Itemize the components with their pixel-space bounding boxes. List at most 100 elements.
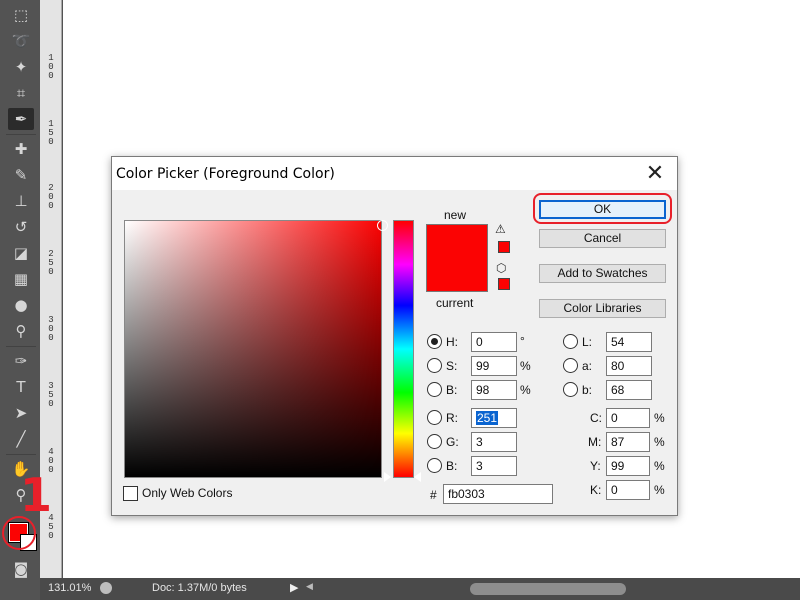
current-color-label: current xyxy=(436,296,474,310)
a-label: a: xyxy=(582,359,593,373)
dodge-icon[interactable]: ⚲ xyxy=(8,320,34,342)
hex-hash-label: # xyxy=(430,488,437,502)
marquee-icon[interactable]: ⬚ xyxy=(8,4,34,26)
color-picker-dialog: Color Picker (Foreground Color) ✕ new cu… xyxy=(111,156,678,516)
eyedropper-icon[interactable]: ✒ xyxy=(8,108,34,130)
horizontal-scrollbar[interactable] xyxy=(470,583,626,595)
step-marker-1: 1 xyxy=(20,468,53,522)
cancel-button[interactable]: Cancel xyxy=(539,229,666,248)
s-field[interactable]: 99 xyxy=(471,356,517,376)
hue-slider-handle-right[interactable] xyxy=(414,472,421,482)
l-field[interactable]: 54 xyxy=(606,332,652,352)
m-field[interactable]: 87 xyxy=(606,432,650,452)
g-label: G: xyxy=(446,435,459,449)
radio-s[interactable] xyxy=(427,358,442,373)
k-unit: % xyxy=(654,483,665,497)
r-field-value: 251 xyxy=(476,411,499,425)
eraser-icon[interactable]: ◪ xyxy=(8,242,34,264)
crop-icon[interactable]: ⌗ xyxy=(8,82,34,104)
ruler-number: 350 xyxy=(48,381,54,409)
web-safe-cube-icon: ⬡ xyxy=(496,261,507,275)
k-field[interactable]: 0 xyxy=(606,480,650,500)
lasso-icon[interactable]: ➰ xyxy=(8,30,34,52)
quick-mask-icon[interactable]: ◙ xyxy=(8,558,34,580)
radio-h[interactable] xyxy=(427,334,442,349)
color-field-cursor[interactable] xyxy=(377,220,388,231)
h-label: H: xyxy=(446,335,458,349)
ruler-number: 150 xyxy=(48,119,54,147)
ok-highlight-ring xyxy=(533,193,672,224)
lab-b-field[interactable]: 68 xyxy=(606,380,652,400)
h-field[interactable]: 0 xyxy=(471,332,517,352)
dialog-title-bar: Color Picker (Foreground Color) ✕ xyxy=(112,157,677,190)
l-label: L: xyxy=(582,335,593,349)
radio-l[interactable] xyxy=(563,334,578,349)
h-unit: ° xyxy=(520,334,525,348)
blur-icon[interactable]: ● xyxy=(8,294,34,316)
radio-rgb-b[interactable] xyxy=(427,458,442,473)
color-field[interactable] xyxy=(124,220,388,478)
ruler-number: 200 xyxy=(48,183,54,211)
hue-slider-handle-left[interactable] xyxy=(384,472,391,482)
ruler-number: 300 xyxy=(48,315,54,343)
r-field[interactable]: 251 xyxy=(471,408,517,428)
new-color-label: new xyxy=(444,208,467,222)
ruler-number: 100 xyxy=(48,53,54,81)
m-unit: % xyxy=(654,435,665,449)
dialog-title: Color Picker (Foreground Color) xyxy=(116,166,335,182)
r-label: R: xyxy=(446,411,458,425)
ruler-number: 250 xyxy=(48,249,54,277)
radio-lab-b[interactable] xyxy=(563,382,578,397)
hue-slider[interactable] xyxy=(393,220,414,478)
y-label: Y: xyxy=(590,459,601,473)
healing-brush-icon[interactable]: ✚ xyxy=(8,138,34,160)
radio-g[interactable] xyxy=(427,434,442,449)
s-unit: % xyxy=(520,359,531,373)
s-label: S: xyxy=(446,359,458,373)
b-label: B: xyxy=(446,383,458,397)
brush-icon[interactable]: ✎ xyxy=(8,164,34,186)
clone-stamp-icon[interactable]: ⊥ xyxy=(8,190,34,212)
status-bar: 131.01% Doc: 1.37M/0 bytes ▶ ◀ xyxy=(40,578,800,600)
hex-field[interactable]: fb0303 xyxy=(443,484,553,504)
status-menu-arrow-icon[interactable]: ▶ xyxy=(290,581,298,594)
scroll-left-icon[interactable]: ◀ xyxy=(306,581,313,592)
a-field[interactable]: 80 xyxy=(606,356,652,376)
c-unit: % xyxy=(654,411,665,425)
zoom-level[interactable]: 131.01% xyxy=(48,582,91,594)
line-icon[interactable]: ╱ xyxy=(8,428,34,450)
gamut-correction-swatch[interactable] xyxy=(498,241,510,253)
type-icon[interactable]: T xyxy=(8,376,34,398)
b-unit: % xyxy=(520,383,531,397)
current-color-preview[interactable] xyxy=(426,260,488,292)
document-size: Doc: 1.37M/0 bytes xyxy=(152,582,247,594)
pen-icon[interactable]: ✑ xyxy=(8,350,34,372)
rgb-b-label: B: xyxy=(446,459,458,473)
k-label: K: xyxy=(590,483,602,497)
history-brush-icon[interactable]: ↺ xyxy=(8,216,34,238)
gamut-warning-icon: ⚠ xyxy=(495,222,506,236)
add-to-swatches-button[interactable]: Add to Swatches xyxy=(539,264,666,283)
y-unit: % xyxy=(654,459,665,473)
only-web-colors-label: Only Web Colors xyxy=(142,486,233,500)
path-selection-icon[interactable]: ➤ xyxy=(8,402,34,424)
c-field[interactable]: 0 xyxy=(606,408,650,428)
magic-wand-icon[interactable]: ✦ xyxy=(8,56,34,78)
rgb-b-field[interactable]: 3 xyxy=(471,456,517,476)
b-field[interactable]: 98 xyxy=(471,380,517,400)
status-info-icon[interactable] xyxy=(100,582,112,594)
close-icon[interactable]: ✕ xyxy=(641,160,669,188)
g-field[interactable]: 3 xyxy=(471,432,517,452)
web-safe-swatch[interactable] xyxy=(498,278,510,290)
c-label: C: xyxy=(590,411,602,425)
m-label: M: xyxy=(588,435,602,449)
only-web-colors-checkbox[interactable] xyxy=(123,486,138,501)
color-libraries-button[interactable]: Color Libraries xyxy=(539,299,666,318)
y-field[interactable]: 99 xyxy=(606,456,650,476)
radio-a[interactable] xyxy=(563,358,578,373)
radio-b[interactable] xyxy=(427,382,442,397)
gradient-icon[interactable]: ▦ xyxy=(8,268,34,290)
lab-b-label: b: xyxy=(582,383,593,397)
new-color-preview xyxy=(426,224,488,260)
radio-r[interactable] xyxy=(427,410,442,425)
